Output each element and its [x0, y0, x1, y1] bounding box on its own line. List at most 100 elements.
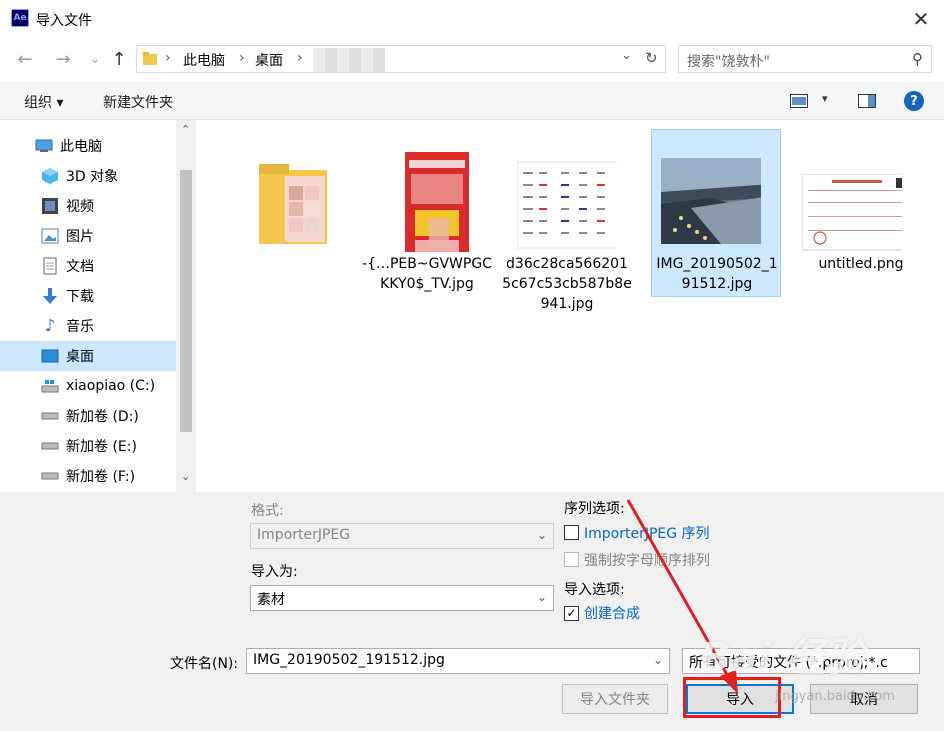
sidebar-item-desktop[interactable]: 桌面: [0, 341, 176, 371]
sidebar-item-label: 桌面: [66, 349, 94, 365]
file-name: IMG_20190502_191512.jpg: [656, 256, 778, 292]
drive-icon: [40, 467, 60, 485]
view-options-icon[interactable]: [790, 94, 808, 108]
sequence-checkbox[interactable]: [564, 525, 579, 540]
sidebar-item-label: 新加卷 (F:): [66, 469, 136, 485]
film-icon: [40, 197, 60, 215]
scroll-up-icon[interactable]: ⌃: [181, 123, 190, 136]
import-button[interactable]: 导入: [686, 684, 794, 714]
blurred-folder-name: [313, 48, 385, 72]
dropdown-chevron-icon[interactable]: ⌄: [621, 48, 632, 63]
help-icon[interactable]: ?: [904, 91, 924, 111]
folder-small-icon: [143, 52, 157, 65]
sidebar-item-drive-d[interactable]: 新加卷 (D:): [0, 401, 176, 431]
computer-icon: [34, 137, 54, 155]
back-arrow-icon[interactable]: ←: [14, 47, 36, 71]
sidebar-item-label: xiaopiao (C:): [66, 378, 156, 394]
breadcrumb-item-this-pc[interactable]: 此电脑: [183, 50, 225, 70]
sidebar-scrollbar[interactable]: ⌃ ⌄: [176, 120, 196, 492]
image-thumbnail: [405, 152, 469, 252]
spreadsheet-thumbnail: [517, 161, 617, 249]
format-select: ImporterJPEG ⌄: [250, 523, 554, 549]
sidebar-item-drive-c[interactable]: xiaopiao (C:): [0, 371, 176, 401]
photo-thumbnail: [661, 158, 761, 244]
filename-input[interactable]: IMG_20190502_191512.jpg ⌄: [246, 648, 670, 674]
cancel-button[interactable]: 取消: [810, 684, 918, 714]
forward-arrow-icon[interactable]: →: [52, 47, 74, 71]
recent-chevron-icon[interactable]: ⌄: [84, 47, 106, 71]
import-as-select[interactable]: 素材 ⌄: [250, 585, 554, 611]
drive-icon: [40, 407, 60, 425]
format-label: 格式:: [251, 503, 284, 519]
sidebar-item-label: 音乐: [66, 319, 94, 335]
force-alphabetical-label: 强制按字母顺序排列: [584, 553, 710, 569]
sidebar-item-3d-objects[interactable]: 3D 对象: [0, 161, 176, 191]
desktop-icon: [40, 347, 60, 365]
sidebar-item-videos[interactable]: 视频: [0, 191, 176, 221]
sidebar-item-label: 视频: [66, 199, 94, 215]
import-as-value: 素材: [257, 592, 285, 608]
sidebar-item-label: 图片: [66, 229, 94, 245]
import-as-label: 导入为:: [251, 564, 298, 580]
chevron-down-icon: ⌄: [536, 528, 547, 542]
search-icon[interactable]: ⚲: [912, 50, 923, 68]
breadcrumb-item-desktop[interactable]: 桌面: [255, 50, 283, 70]
sidebar-item-documents[interactable]: 文档: [0, 251, 176, 281]
view-dropdown-icon[interactable]: ▾: [822, 92, 828, 105]
download-arrow-icon: [40, 287, 60, 305]
navigation-pane: 此电脑 3D 对象 视频 图片 文档 下载 ♪ 音乐 桌面 xiaopiao (…: [0, 120, 196, 492]
file-type-select[interactable]: 所有可接受的文件 (*.prproj;*.c: [682, 648, 920, 674]
file-name: untitled.png: [818, 256, 904, 272]
search-placeholder: 搜索"饶敦朴": [687, 54, 770, 70]
sidebar-item-music[interactable]: ♪ 音乐: [0, 311, 176, 341]
address-bar[interactable]: › 此电脑 › 桌面 › ⌄ ↻: [136, 45, 666, 73]
new-folder-button[interactable]: 新建文件夹: [103, 92, 173, 112]
refresh-icon[interactable]: ↻: [645, 49, 658, 67]
sidebar-item-pictures[interactable]: 图片: [0, 221, 176, 251]
create-comp-label[interactable]: 创建合成: [584, 603, 640, 623]
scroll-down-icon[interactable]: ⌄: [181, 470, 190, 483]
sidebar-item-label: 3D 对象: [66, 169, 119, 185]
file-item-poster[interactable]: -{…PEB~GVWPGCKKY0$_TV.jpg: [362, 130, 492, 298]
sidebar-item-label: 新加卷 (D:): [66, 409, 139, 425]
filename-value: IMG_20190502_191512.jpg: [253, 652, 445, 668]
breadcrumb-separator-icon: ›: [165, 50, 171, 66]
chevron-down-icon[interactable]: ⌄: [653, 653, 663, 667]
windows-drive-icon: [40, 377, 60, 395]
sequence-checkbox-label[interactable]: ImporterJPEG 序列: [584, 523, 710, 543]
search-field[interactable]: 搜索"饶敦朴" ⚲: [678, 45, 932, 73]
cube-icon: [40, 167, 60, 185]
file-name: d36c28ca5662015c67c53cb587b8e941.jpg: [502, 256, 632, 312]
toolbar: 组织 ▾ 新建文件夹 ▾ ?: [0, 82, 944, 120]
chevron-down-icon[interactable]: ⌄: [537, 590, 547, 604]
breadcrumb-separator-icon: ›: [297, 50, 303, 66]
create-comp-checkbox[interactable]: ✓: [564, 606, 579, 621]
organize-button[interactable]: 组织 ▾: [24, 92, 63, 112]
close-button[interactable]: ✕: [898, 0, 944, 38]
preview-pane-icon[interactable]: [858, 94, 876, 108]
file-item-document[interactable]: untitled.png: [796, 130, 926, 298]
file-item-folder[interactable]: [232, 130, 362, 298]
document-icon: [40, 257, 60, 275]
picture-icon: [40, 227, 60, 245]
sidebar-item-downloads[interactable]: 下载: [0, 281, 176, 311]
file-item-spreadsheet[interactable]: d36c28ca5662015c67c53cb587b8e941.jpg: [502, 130, 632, 312]
import-options-label: 导入选项:: [564, 582, 625, 598]
force-alphabetical-checkbox: [564, 552, 579, 567]
sidebar-item-this-pc[interactable]: 此电脑: [0, 131, 176, 161]
file-name: -{…PEB~GVWPGCKKY0$_TV.jpg: [362, 256, 492, 292]
file-item-photo[interactable]: IMG_20190502_191512.jpg: [651, 129, 781, 297]
sidebar-item-label: 文档: [66, 259, 94, 275]
sidebar-item-drive-e[interactable]: 新加卷 (E:): [0, 431, 176, 461]
sidebar-item-drive-f[interactable]: 新加卷 (F:): [0, 461, 176, 491]
title-bar: Ae 导入文件 ✕: [0, 0, 944, 38]
music-note-icon: ♪: [44, 316, 56, 336]
scroll-thumb[interactable]: [180, 170, 192, 432]
after-effects-logo-icon: Ae: [11, 9, 29, 27]
import-folder-button: 导入文件夹: [562, 684, 668, 714]
sidebar-item-label: 下载: [66, 289, 94, 305]
sidebar-item-label: 此电脑: [60, 139, 102, 155]
sidebar-item-label: 新加卷 (E:): [66, 439, 137, 455]
up-arrow-icon[interactable]: ↑: [108, 47, 130, 71]
window-title: 导入文件: [36, 13, 92, 29]
